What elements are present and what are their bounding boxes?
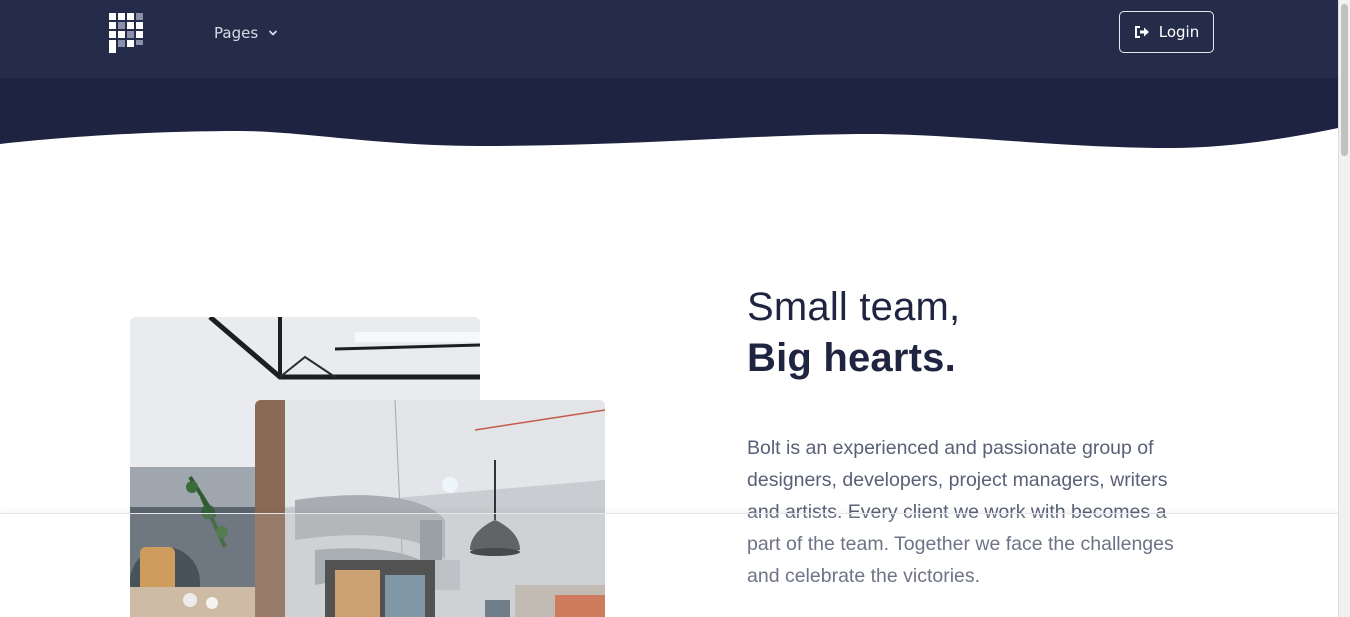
bottom-overlay-bar xyxy=(0,513,1338,617)
nav-pages-label: Pages xyxy=(214,24,259,42)
nav-pages-dropdown[interactable]: Pages xyxy=(214,22,278,44)
about-heading: Small team, Big hearts. xyxy=(747,282,960,384)
navbar: Pages Login xyxy=(0,0,1338,78)
heading-line-2: Big hearts. xyxy=(747,336,956,380)
sign-in-icon xyxy=(1134,26,1149,38)
vertical-scrollbar[interactable] xyxy=(1338,0,1350,617)
scrollbar-thumb[interactable] xyxy=(1341,4,1348,156)
login-label: Login xyxy=(1158,23,1200,41)
brand-logo[interactable] xyxy=(109,13,143,53)
chevron-down-icon xyxy=(269,30,278,36)
login-button[interactable]: Login xyxy=(1119,11,1214,53)
heading-line-1: Small team, xyxy=(747,285,961,329)
page: Pages Login Small team, Big hearts. Bolt… xyxy=(0,0,1350,617)
